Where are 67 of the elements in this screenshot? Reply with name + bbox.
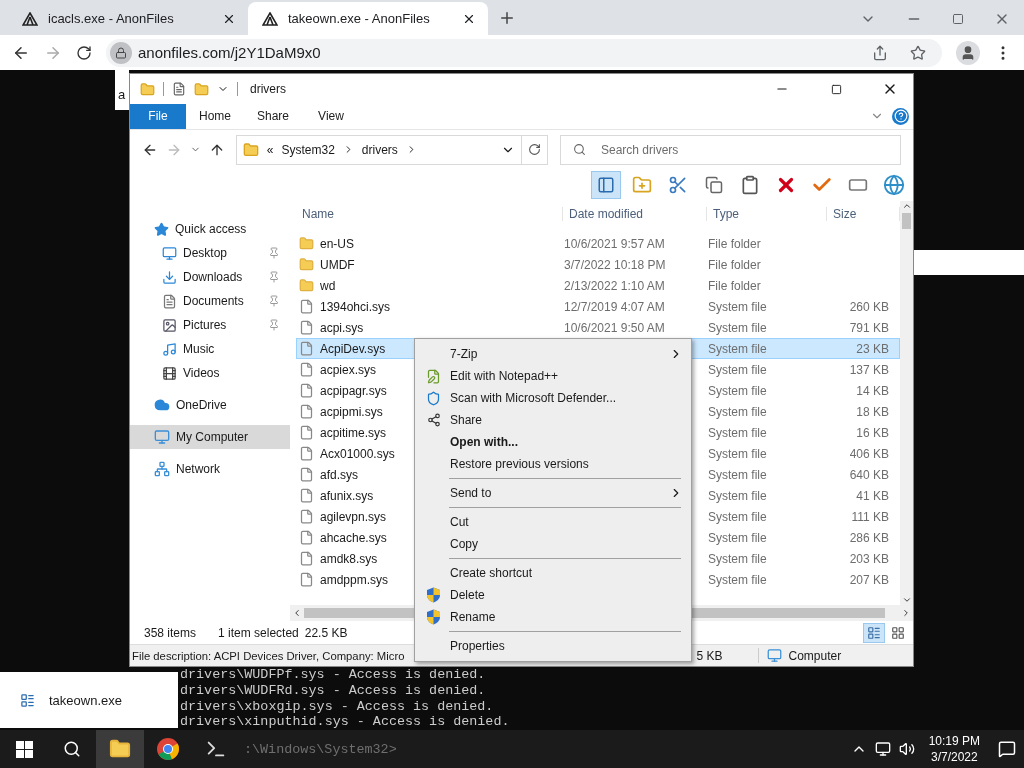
- console-line: drivers\WUDFPf.sys - Access is denied.: [180, 667, 487, 683]
- file-size: 23 KB: [856, 341, 889, 356]
- file-size: 41 KB: [856, 488, 889, 503]
- file-name: acpipagr.sys: [320, 383, 387, 398]
- file-type: System file: [708, 509, 767, 524]
- file-size: 18 KB: [856, 404, 889, 419]
- file-name: amdppm.sys: [320, 572, 389, 587]
- console-line: drivers\xboxgip.sys - Access is denied.: [180, 698, 495, 715]
- file-size: 260 KB: [849, 299, 889, 314]
- file-size: 286 KB: [849, 530, 889, 545]
- selection-info: 1 item selected: [218, 625, 299, 640]
- file-name: amdk8.sys: [320, 551, 378, 566]
- notification-title: takeown.exe: [49, 692, 122, 708]
- date-modified: 10/6/2021 9:50 AM: [564, 320, 665, 335]
- file-type: System file: [708, 362, 767, 377]
- file-size: 203 KB: [849, 551, 889, 566]
- console-line: drivers\WUDFRd.sys - Access is denied.: [180, 682, 487, 699]
- file-type: File folder: [708, 257, 761, 272]
- window-title: drivers: [250, 82, 287, 96]
- file-type: System file: [708, 383, 767, 398]
- file-type: System file: [708, 467, 767, 482]
- file-type: System file: [708, 530, 767, 545]
- file-type: File folder: [708, 236, 761, 251]
- file-type: System file: [708, 572, 767, 587]
- file-size: 16 KB: [856, 425, 889, 440]
- file-type: System file: [708, 551, 767, 566]
- console-line: drivers\xinputhid.sys - Access is denied.: [180, 714, 510, 730]
- console-prompt: :\Windows\System32>: [244, 741, 397, 757]
- file-type: File folder: [708, 278, 761, 293]
- file-name: ahcache.sys: [320, 530, 387, 545]
- file-name: acpitime.sys: [320, 425, 387, 440]
- file-name: acpiex.sys: [320, 362, 377, 377]
- panel-text: a: [118, 87, 126, 102]
- location-label: Computer: [788, 648, 842, 663]
- file-name: afunix.sys: [320, 488, 374, 503]
- file-type: System file: [708, 341, 767, 356]
- file-description: File description: ACPI Devices Driver, Company: Micro: [132, 649, 405, 662]
- file-size: 137 KB: [849, 362, 889, 377]
- file-type: System file: [708, 488, 767, 503]
- file-type: System file: [708, 446, 767, 461]
- file-size: 111 KB: [851, 509, 889, 524]
- file-type: System file: [708, 404, 767, 419]
- date-modified: 3/7/2022 10:18 PM: [564, 257, 666, 272]
- file-size: 791 KB: [849, 320, 889, 335]
- date-modified: 10/6/2021 9:57 AM: [564, 236, 665, 251]
- file-name: acpi.sys: [320, 320, 364, 335]
- item-count: 358 items: [144, 625, 197, 640]
- file-type: System file: [708, 425, 767, 440]
- file-name: UMDF: [320, 257, 355, 272]
- file-size: 406 KB: [849, 446, 889, 461]
- file-name: agilevpn.sys: [320, 509, 387, 524]
- selection-size: 22.5 KB: [304, 625, 348, 640]
- file-name: 1394ohci.sys: [320, 299, 391, 314]
- file-name: en-US: [320, 236, 354, 251]
- file-name: AcpiDev.sys: [320, 341, 386, 356]
- file-name: Acx01000.sys: [320, 446, 395, 461]
- date-modified: 12/7/2019 4:07 AM: [564, 299, 665, 314]
- file-type: System file: [708, 320, 767, 335]
- file-name: afd.sys: [320, 467, 358, 482]
- file-name: wd: [320, 278, 336, 293]
- date-modified: 2/13/2022 1:10 AM: [564, 278, 665, 293]
- file-size: 14 KB: [856, 383, 889, 398]
- file-size: 640 KB: [849, 467, 889, 482]
- file-size: 5 KB: [696, 648, 724, 663]
- file-name: acpipmi.sys: [320, 404, 383, 419]
- file-size: 207 KB: [849, 572, 889, 587]
- file-type: System file: [708, 299, 767, 314]
